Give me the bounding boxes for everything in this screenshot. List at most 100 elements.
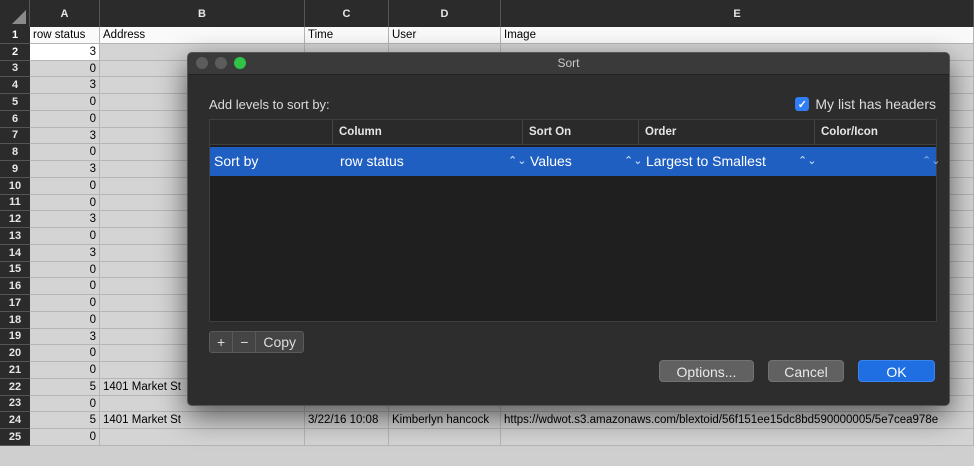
row-number[interactable]: 17 — [0, 295, 30, 312]
sort-on-select[interactable]: Values — [526, 147, 622, 176]
row-number[interactable]: 19 — [0, 328, 30, 346]
cell-c[interactable]: 3/22/16 10:08 — [305, 412, 389, 429]
cell-a[interactable]: row status — [30, 27, 100, 44]
chevron-updown-icon: ⌃⌄ — [922, 155, 941, 167]
cell-a[interactable]: 3 — [30, 211, 100, 228]
row-number[interactable]: 2 — [0, 43, 30, 61]
cancel-button[interactable]: Cancel — [768, 360, 844, 382]
cell-b[interactable]: Address — [100, 27, 305, 44]
sort-by-label: Sort by — [214, 153, 259, 169]
remove-level-button[interactable]: − — [233, 332, 257, 352]
chevron-updown-icon: ⌃⌄ — [508, 155, 527, 167]
cell-a[interactable]: 3 — [30, 77, 100, 94]
row-number[interactable]: 4 — [0, 77, 30, 94]
cell-a[interactable]: 3 — [30, 43, 100, 61]
row-number[interactable]: 11 — [0, 194, 30, 212]
cell-a[interactable]: 5 — [30, 412, 100, 429]
cell-c[interactable] — [305, 429, 389, 446]
cell-a[interactable]: 0 — [30, 228, 100, 245]
column-header-d[interactable]: D — [389, 0, 501, 27]
row-number[interactable]: 12 — [0, 211, 30, 228]
row-number[interactable]: 6 — [0, 110, 30, 128]
row-number[interactable]: 20 — [0, 345, 30, 362]
row-number[interactable]: 10 — [0, 177, 30, 195]
row-number[interactable]: 24 — [0, 412, 30, 429]
chevron-updown-icon: ⌃⌄ — [798, 155, 817, 167]
header-sort-on: Sort On — [522, 120, 638, 144]
dialog-titlebar[interactable]: Sort — [188, 53, 949, 75]
cell-b[interactable]: 1401 Market St — [100, 412, 305, 429]
row-number[interactable]: 7 — [0, 127, 30, 145]
column-header-e[interactable]: E — [501, 0, 974, 27]
cell-a[interactable]: 0 — [30, 261, 100, 279]
cell-a[interactable]: 0 — [30, 60, 100, 78]
header-column: Column — [332, 120, 522, 144]
options-button[interactable]: Options... — [659, 360, 754, 382]
cell-b[interactable] — [100, 429, 305, 446]
cell-a[interactable]: 0 — [30, 278, 100, 295]
cell-a[interactable]: 0 — [30, 362, 100, 379]
color-icon-select[interactable] — [818, 147, 918, 176]
cell-a[interactable]: 3 — [30, 328, 100, 346]
order-select[interactable]: Largest to Smallest — [642, 147, 798, 176]
sort-levels-header: Column Sort On Order Color/Icon — [210, 120, 936, 145]
table-row: 25 0 — [0, 429, 974, 446]
cell-a[interactable]: 5 — [30, 378, 100, 396]
cell-a[interactable]: 3 — [30, 244, 100, 262]
cell-a[interactable]: 0 — [30, 110, 100, 128]
level-button-bar: + − Copy — [209, 331, 305, 353]
header-order: Order — [638, 120, 814, 144]
checkmark-icon: ✓ — [795, 97, 810, 111]
row-number[interactable]: 8 — [0, 144, 30, 161]
row-number[interactable]: 16 — [0, 278, 30, 295]
cell-a[interactable]: 0 — [30, 295, 100, 312]
row-number[interactable]: 1 — [0, 27, 30, 44]
row-number[interactable]: 5 — [0, 94, 30, 111]
cell-a[interactable]: 3 — [30, 127, 100, 145]
cell-a[interactable]: 0 — [30, 429, 100, 446]
row-number[interactable]: 13 — [0, 228, 30, 245]
header-level-blank — [210, 120, 332, 144]
cell-e[interactable]: Image — [501, 27, 974, 44]
row-number[interactable]: 15 — [0, 261, 30, 279]
row-number[interactable]: 9 — [0, 161, 30, 178]
row-number[interactable]: 14 — [0, 244, 30, 262]
column-header-b[interactable]: B — [100, 0, 305, 27]
my-list-has-headers-label: My list has headers — [815, 96, 936, 112]
cell-a[interactable]: 0 — [30, 177, 100, 195]
row-number[interactable]: 25 — [0, 429, 30, 446]
add-level-button[interactable]: + — [210, 332, 234, 352]
cell-c[interactable]: Time — [305, 27, 389, 44]
cell-a[interactable]: 0 — [30, 144, 100, 161]
cell-a[interactable]: 0 — [30, 311, 100, 329]
cell-a[interactable]: 0 — [30, 395, 100, 413]
cell-a[interactable]: 0 — [30, 345, 100, 362]
chevron-updown-icon: ⌃⌄ — [624, 155, 643, 167]
table-row: 24 5 1401 Market St 3/22/16 10:08 Kimberlyn … — [0, 412, 974, 429]
cell-e[interactable] — [501, 429, 974, 446]
select-all-corner[interactable] — [0, 0, 30, 27]
sort-column-select[interactable]: row status — [336, 147, 506, 176]
cell-e[interactable]: https://wdwot.s3.amazonaws.com/blextoid/… — [501, 412, 974, 429]
row-number[interactable]: 18 — [0, 311, 30, 329]
my-list-has-headers-checkbox[interactable]: ✓ My list has headers — [795, 96, 936, 112]
sort-dialog: Sort Add levels to sort by: ✓ My list ha… — [187, 52, 950, 406]
row-number[interactable]: 22 — [0, 378, 30, 396]
cell-a[interactable]: 0 — [30, 194, 100, 212]
cell-d[interactable]: User — [389, 27, 501, 44]
add-levels-label: Add levels to sort by: — [209, 97, 330, 112]
sort-levels-table: Column Sort On Order Color/Icon Sort by … — [209, 119, 940, 322]
dialog-title: Sort — [557, 56, 580, 70]
copy-level-button[interactable]: Copy — [256, 332, 303, 352]
ok-button[interactable]: OK — [858, 360, 935, 382]
row-number[interactable]: 23 — [0, 395, 30, 413]
sort-level-row[interactable]: Sort by row status ⌃⌄ Values ⌃⌄ Largest … — [210, 147, 940, 176]
column-header-c[interactable]: C — [305, 0, 389, 27]
column-header-a[interactable]: A — [30, 0, 100, 27]
cell-d[interactable]: Kimberlyn hancock — [389, 412, 501, 429]
cell-d[interactable] — [389, 429, 501, 446]
cell-a[interactable]: 0 — [30, 94, 100, 111]
cell-a[interactable]: 3 — [30, 161, 100, 178]
row-number[interactable]: 3 — [0, 60, 30, 78]
row-number[interactable]: 21 — [0, 362, 30, 379]
